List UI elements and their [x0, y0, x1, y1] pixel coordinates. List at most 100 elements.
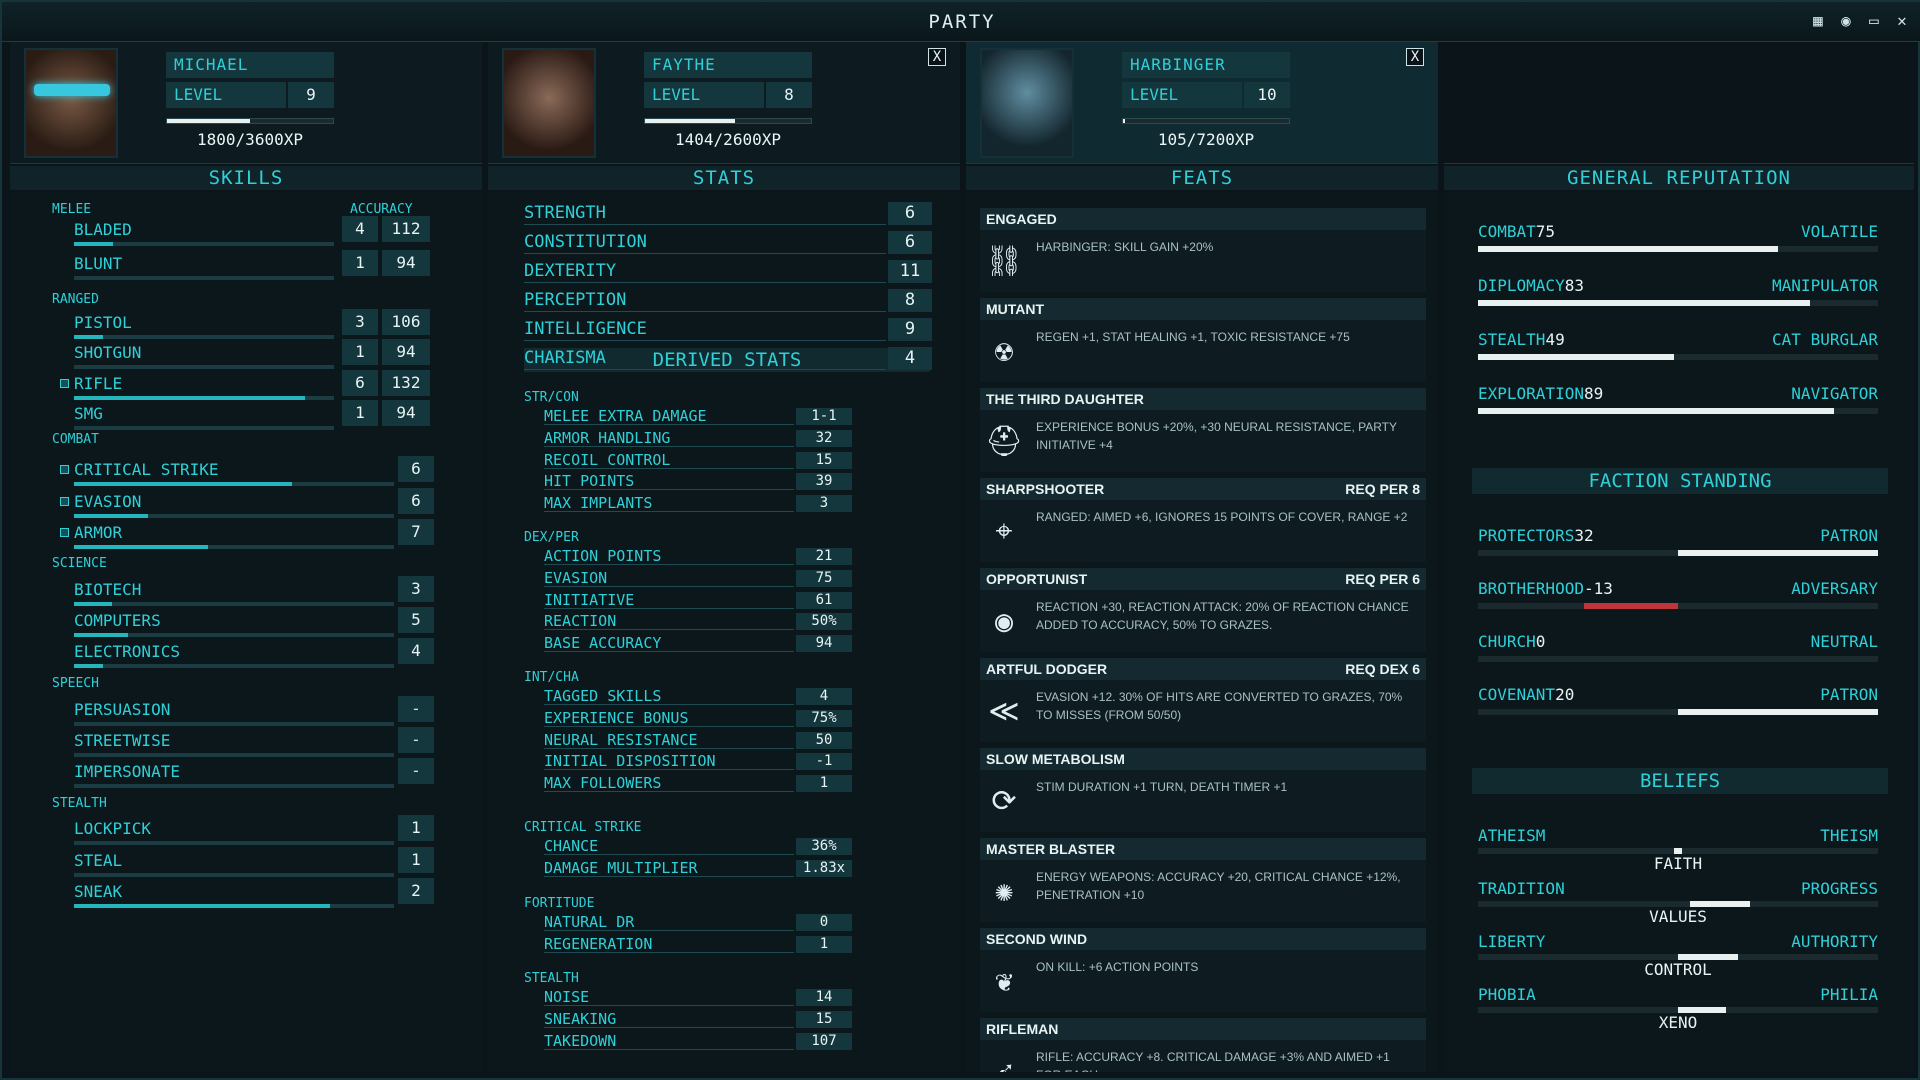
belief-right: THEISM	[1820, 826, 1878, 845]
faction-row[interactable]: COVENANT20 PATRON	[1478, 685, 1878, 727]
derived-stat-name: HIT POINTS	[544, 473, 794, 491]
feat-card[interactable]: MUTANT ☢ REGEN +1, STAT HEALING +1, TOXIC …	[980, 298, 1426, 384]
feat-header: SHARPSHOOTER REQ PER 8	[980, 478, 1426, 500]
reputation-row[interactable]: DIPLOMACY83 MANIPULATOR	[1478, 276, 1878, 318]
stat-name: INTELLIGENCE	[524, 318, 886, 341]
belief-row[interactable]: PHOBIA PHILIA XENO	[1478, 985, 1878, 1039]
reputation-name: DIPLOMACY83	[1478, 276, 1584, 295]
belief-row[interactable]: ATHEISM THEISM FAITH	[1478, 826, 1878, 880]
feat-description: EVASION +12. 30% OF HITS ARE CONVERTED T…	[1036, 690, 1403, 722]
derived-stat-name: RECOIL CONTROL	[544, 451, 794, 469]
remove-member-button[interactable]: X	[928, 48, 946, 66]
faction-row[interactable]: PROTECTORS32 PATRON	[1478, 526, 1878, 568]
reputation-row[interactable]: COMBAT75 VOLATILE	[1478, 222, 1878, 264]
faction-title: PATRON	[1820, 526, 1878, 545]
skill-progress-bar	[74, 426, 334, 430]
derived-stat-value: 3	[796, 495, 852, 513]
reputation-row[interactable]: EXPLORATION89 NAVIGATOR	[1478, 384, 1878, 426]
feat-card[interactable]: OPPORTUNIST REQ PER 6 ◉ REACTION +30, REACT…	[980, 568, 1426, 654]
reputation-bar	[1478, 246, 1878, 252]
feat-name: SECOND WIND	[986, 931, 1088, 947]
skill-group-label: COMBAT	[52, 432, 99, 447]
derived-stat-name: EXPERIENCE BONUS	[544, 709, 794, 727]
derived-stat-value: 15	[796, 1010, 852, 1028]
portrait-harbinger[interactable]	[980, 48, 1074, 158]
portrait-faythe[interactable]	[502, 48, 596, 158]
reputation-title: MANIPULATOR	[1772, 276, 1878, 295]
feat-card[interactable]: ENGAGED ⛓ HARBINGER: SKILL GAIN +20%	[980, 208, 1426, 294]
feats-header: FEATS	[966, 166, 1438, 190]
skill-progress-fill	[74, 633, 129, 637]
stat-value: 11	[888, 260, 932, 283]
skills-header: SKILLS	[10, 166, 482, 190]
feat-name: ENGAGED	[986, 211, 1057, 227]
blaster-icon: ✺	[994, 874, 1014, 909]
reputation-row[interactable]: STEALTH49 CAT BURGLAR	[1478, 330, 1878, 372]
feat-card[interactable]: MASTER BLASTER ✺ ENERGY WEAPONS: ACCURACY …	[980, 838, 1426, 924]
feat-header: ENGAGED	[980, 208, 1426, 230]
crosshair-icon: ⌖	[995, 514, 1013, 549]
skill-accuracy: 132	[382, 370, 430, 396]
reputation-bar	[1478, 408, 1878, 414]
faction-row[interactable]: CHURCH0 NEUTRAL	[1478, 632, 1878, 674]
calendar-icon[interactable]: ▦	[1808, 11, 1828, 31]
derived-stat-name: CHANCE	[544, 838, 794, 855]
derived-stat-value: 4	[796, 688, 852, 705]
member-name: FAYTHE	[644, 52, 812, 78]
skill-progress-bar	[74, 722, 394, 726]
feat-card[interactable]: ARTFUL DODGER REQ DEX 6 ≪ EVASION +12. 30% …	[980, 658, 1426, 744]
xp-bar	[644, 118, 812, 124]
stat-value: 6	[888, 231, 932, 254]
stats-panel: DERIVED STATS STRENGTH 6 CONSTITUTION 6 DEXT…	[488, 192, 960, 1072]
brain-icon[interactable]: ◉	[1836, 11, 1856, 31]
skill-progress-fill	[74, 242, 113, 246]
skill-name: SMG	[74, 404, 103, 423]
belief-label: CONTROL	[1644, 960, 1712, 979]
derived-stat-value: 36%	[796, 838, 852, 855]
derived-stat-name: MAX IMPLANTS	[544, 495, 794, 513]
skill-value: 6	[398, 456, 434, 482]
belief-left: PHOBIA	[1478, 985, 1536, 1004]
remove-member-button[interactable]: X	[1406, 48, 1424, 66]
helmet-icon: ⛑	[984, 424, 1024, 459]
feat-card[interactable]: THE THIRD DAUGHTER ⛑ EXPERIENCE BONUS +20%…	[980, 388, 1426, 474]
skill-progress-fill	[74, 664, 103, 668]
feat-card[interactable]: RIFLEMAN ➶ RIFLE: ACCURACY +8. CRITICAL DA…	[980, 1018, 1426, 1072]
feat-card[interactable]: SLOW METABOLISM ⟳ STIM DURATION +1 TURN, D…	[980, 748, 1426, 834]
faction-row[interactable]: BROTHERHOOD-13 ADVERSARY	[1478, 579, 1878, 621]
belief-label: FAITH	[1653, 854, 1703, 873]
member-name: HARBINGER	[1122, 52, 1290, 78]
faction-name: COVENANT20	[1478, 685, 1574, 704]
empty-member-slot[interactable]	[1444, 42, 1914, 164]
belief-row[interactable]: LIBERTY AUTHORITY CONTROL	[1478, 932, 1878, 986]
derived-stat-value: 32	[796, 429, 852, 447]
feat-description: HARBINGER: SKILL GAIN +20%	[1036, 240, 1214, 254]
belief-row[interactable]: TRADITION PROGRESS VALUES	[1478, 879, 1878, 933]
radiation-icon: ☢	[994, 334, 1014, 369]
monitor-icon[interactable]: ▭	[1864, 11, 1884, 31]
portrait-michael[interactable]	[24, 48, 118, 158]
feat-card[interactable]: SHARPSHOOTER REQ PER 8 ⌖ RANGED: AIMED +6, …	[980, 478, 1426, 564]
skill-progress-bar	[74, 841, 394, 845]
close-window-button[interactable]: ✕	[1892, 11, 1912, 31]
stat-value: 4	[888, 347, 932, 370]
feat-description: RANGED: AIMED +6, IGNORES 15 POINTS OF C…	[1036, 510, 1408, 524]
derived-stat-name: REGENERATION	[544, 935, 794, 953]
skill-value: 1	[398, 847, 434, 873]
skill-progress-bar	[74, 873, 394, 877]
reputation-title: NAVIGATOR	[1791, 384, 1878, 403]
faction-title: NEUTRAL	[1810, 632, 1878, 651]
xp-text: 105/7200XP	[1157, 130, 1255, 149]
column-reputation: GENERAL REPUTATION COMBAT75 VOLATILE DIPLO…	[1444, 42, 1914, 1074]
member-card-1[interactable]: FAYTHE LEVEL 8 1404/2600XP X	[488, 42, 960, 164]
feat-card[interactable]: SECOND WIND ❦ ON KILL: +6 ACTION POINTS	[980, 928, 1426, 1014]
skill-value: 3	[342, 309, 378, 335]
skill-progress-fill	[74, 602, 113, 606]
member-card-0[interactable]: MICHAEL LEVEL 9 1800/3600XP	[10, 42, 482, 164]
belief-label: XENO	[1658, 1013, 1698, 1032]
derived-stat-value: 107	[796, 1032, 852, 1050]
faction-bar	[1478, 656, 1878, 662]
derived-stat-value: 21	[796, 548, 852, 565]
faction-value: 32	[1574, 526, 1594, 545]
member-card-2[interactable]: HARBINGER LEVEL 10 105/7200XP X	[966, 42, 1438, 164]
